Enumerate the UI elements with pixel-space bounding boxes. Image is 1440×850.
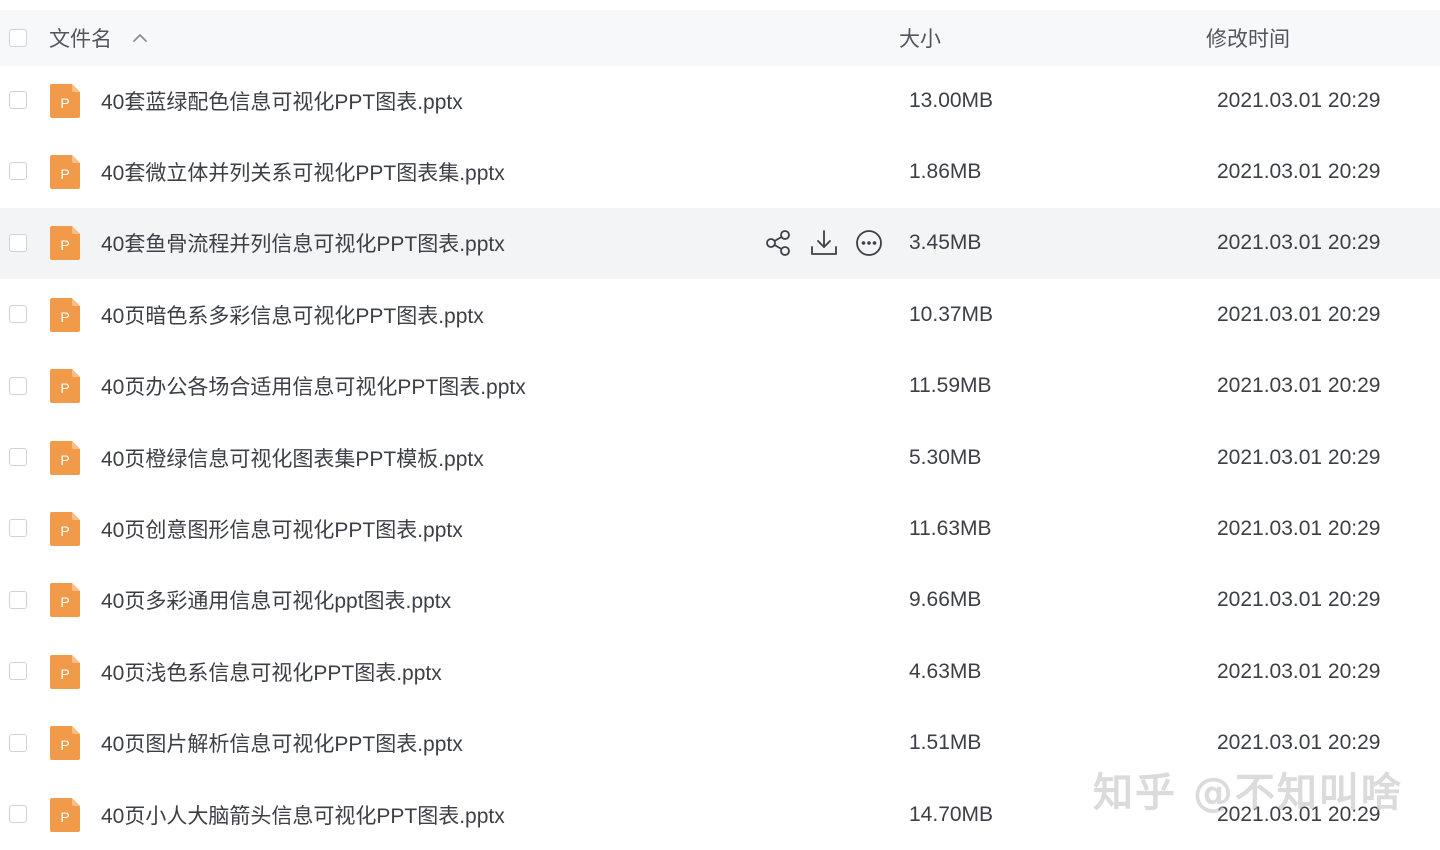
row-checkbox[interactable]: [9, 662, 27, 681]
row-checkbox[interactable]: [9, 733, 27, 752]
file-size: 5.30MB: [909, 445, 982, 469]
file-modified-time: 2021.03.01 20:29: [1217, 88, 1381, 112]
file-row[interactable]: P 40页浅色系信息可视化PPT图表.pptx 4.63MB 2021.03.0…: [0, 636, 1440, 707]
svg-text:P: P: [60, 166, 69, 182]
file-size: 11.59MB: [909, 374, 992, 398]
file-name[interactable]: 40套蓝绿配色信息可视化PPT图表.pptx: [101, 86, 463, 116]
file-name[interactable]: 40页橙绿信息可视化图表集PPT模板.pptx: [101, 443, 484, 473]
header-size-label[interactable]: 大小: [899, 23, 941, 53]
svg-text:P: P: [60, 737, 69, 753]
svg-text:P: P: [60, 309, 69, 325]
ppt-file-icon: P: [50, 440, 80, 475]
row-actions: [762, 227, 886, 259]
file-modified-time: 2021.03.01 20:29: [1217, 588, 1381, 612]
select-all-checkbox[interactable]: [9, 29, 27, 47]
svg-text:P: P: [60, 523, 69, 539]
file-name[interactable]: 40页小人大脑箭头信息可视化PPT图表.pptx: [101, 800, 505, 830]
share-icon[interactable]: [762, 227, 794, 259]
file-name[interactable]: 40页办公各场合适用信息可视化PPT图表.pptx: [101, 371, 526, 401]
file-name[interactable]: 40套微立体并列关系可视化PPT图表集.pptx: [101, 157, 505, 187]
file-row[interactable]: P 40页办公各场合适用信息可视化PPT图表.pptx 11.59MB 2021…: [0, 351, 1440, 422]
file-size: 4.63MB: [909, 659, 982, 683]
file-modified-time: 2021.03.01 20:29: [1217, 231, 1381, 255]
file-row[interactable]: P 40套蓝绿配色信息可视化PPT图表.pptx 13.00MB 2021.03…: [0, 65, 1440, 136]
svg-text:P: P: [60, 380, 69, 396]
file-name[interactable]: 40页浅色系信息可视化PPT图表.pptx: [101, 657, 442, 687]
row-checkbox[interactable]: [9, 805, 27, 823]
file-size: 13.00MB: [909, 88, 994, 112]
file-size: 9.66MB: [909, 588, 982, 612]
ppt-file-icon: P: [50, 226, 80, 261]
row-checkbox[interactable]: [9, 519, 27, 538]
file-name[interactable]: 40页创意图形信息可视化PPT图表.pptx: [101, 514, 463, 544]
ppt-file-icon: P: [50, 297, 80, 332]
file-size: 11.63MB: [909, 516, 992, 540]
file-name[interactable]: 40页多彩通用信息可视化ppt图表.pptx: [101, 585, 451, 615]
ppt-file-icon: P: [50, 154, 80, 189]
row-checkbox[interactable]: [9, 376, 27, 395]
file-name[interactable]: 40页暗色系多彩信息可视化PPT图表.pptx: [101, 300, 484, 330]
file-list-header: 文件名 大小 修改时间: [0, 10, 1440, 66]
ppt-file-icon: P: [50, 369, 80, 404]
ppt-file-icon: P: [50, 654, 80, 689]
file-row[interactable]: P 40页创意图形信息可视化PPT图表.pptx 11.63MB 2021.03…: [0, 493, 1440, 564]
row-checkbox[interactable]: [9, 91, 27, 109]
svg-text:P: P: [60, 666, 69, 682]
file-modified-time: 2021.03.01 20:29: [1217, 159, 1381, 183]
ppt-file-icon: P: [50, 583, 80, 618]
file-size: 1.86MB: [909, 159, 982, 183]
ppt-file-icon: P: [50, 83, 80, 118]
file-row[interactable]: P 40套微立体并列关系可视化PPT图表集.pptx 1.86MB 2021.0…: [0, 136, 1440, 207]
watermark: 知乎 @不知叫啥: [1093, 770, 1403, 816]
file-row[interactable]: P 40页橙绿信息可视化图表集PPT模板.pptx 5.30MB 2021.03…: [0, 422, 1440, 493]
row-checkbox[interactable]: [9, 162, 27, 181]
more-icon[interactable]: [853, 227, 885, 259]
sort-ascending-icon[interactable]: [132, 30, 148, 46]
file-row[interactable]: P 40页多彩通用信息可视化ppt图表.pptx 9.66MB 2021.03.…: [0, 565, 1440, 636]
row-checkbox[interactable]: [9, 233, 27, 252]
file-modified-time: 2021.03.01 20:29: [1217, 374, 1381, 398]
svg-text:P: P: [60, 809, 69, 825]
file-size: 14.70MB: [909, 802, 994, 826]
file-modified-time: 2021.03.01 20:29: [1217, 445, 1381, 469]
svg-text:P: P: [60, 237, 69, 253]
file-size: 3.45MB: [909, 231, 982, 255]
top-strip: [0, 0, 1440, 10]
ppt-file-icon: P: [50, 797, 80, 832]
file-name[interactable]: 40页图片解析信息可视化PPT图表.pptx: [101, 728, 463, 758]
file-modified-time: 2021.03.01 20:29: [1217, 516, 1381, 540]
row-checkbox[interactable]: [9, 590, 27, 609]
file-modified-time: 2021.03.01 20:29: [1217, 302, 1381, 326]
svg-text:P: P: [60, 95, 69, 111]
row-checkbox[interactable]: [9, 448, 27, 466]
file-row[interactable]: P 40页暗色系多彩信息可视化PPT图表.pptx 10.37MB 2021.0…: [0, 279, 1440, 350]
ppt-file-icon: P: [50, 726, 80, 761]
file-name[interactable]: 40套鱼骨流程并列信息可视化PPT图表.pptx: [101, 228, 505, 258]
file-row[interactable]: P 40套鱼骨流程并列信息可视化PPT图表.pptx 3.45MB 2021.0…: [0, 207, 1440, 279]
row-checkbox[interactable]: [9, 305, 27, 324]
file-size: 10.37MB: [909, 302, 994, 326]
file-modified-time: 2021.03.01 20:29: [1217, 731, 1381, 755]
svg-text:P: P: [60, 594, 69, 610]
file-modified-time: 2021.03.01 20:29: [1217, 659, 1381, 683]
download-icon[interactable]: [808, 227, 840, 259]
header-time-label[interactable]: 修改时间: [1206, 23, 1290, 53]
file-size: 1.51MB: [909, 731, 982, 755]
header-name-label[interactable]: 文件名: [49, 23, 112, 53]
ppt-file-icon: P: [50, 511, 80, 546]
svg-text:P: P: [60, 452, 69, 468]
